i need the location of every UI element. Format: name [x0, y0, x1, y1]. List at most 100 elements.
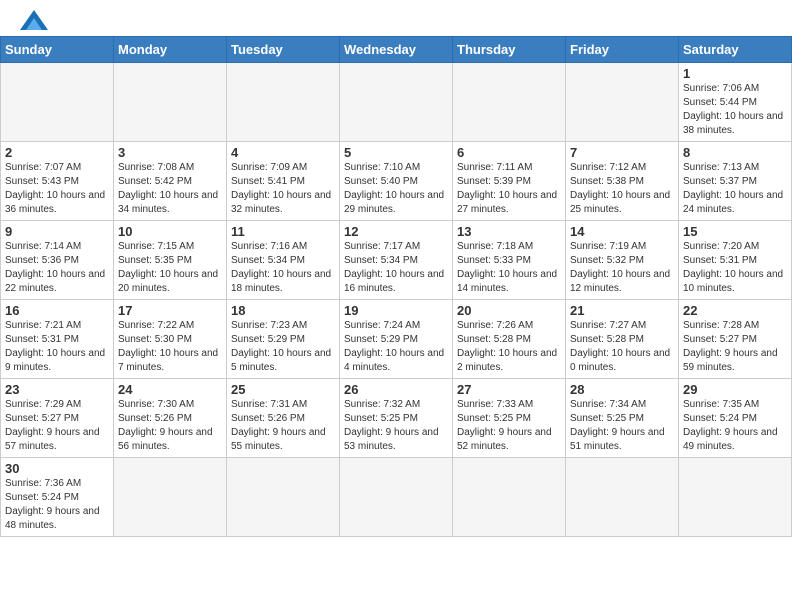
weekday-header-cell: Thursday	[453, 37, 566, 63]
day-info: Sunrise: 7:20 AM Sunset: 5:31 PM Dayligh…	[683, 240, 787, 296]
day-info: Sunrise: 7:29 AM Sunset: 5:27 PM Dayligh…	[5, 398, 109, 454]
calendar-cell: 22Sunrise: 7:28 AM Sunset: 5:27 PM Dayli…	[679, 300, 792, 379]
calendar-cell: 1Sunrise: 7:06 AM Sunset: 5:44 PM Daylig…	[679, 63, 792, 142]
day-number: 30	[5, 461, 109, 476]
day-info: Sunrise: 7:35 AM Sunset: 5:24 PM Dayligh…	[683, 398, 787, 454]
day-info: Sunrise: 7:28 AM Sunset: 5:27 PM Dayligh…	[683, 319, 787, 375]
calendar-cell: 28Sunrise: 7:34 AM Sunset: 5:25 PM Dayli…	[566, 379, 679, 458]
calendar-cell	[1, 63, 114, 142]
day-number: 4	[231, 145, 335, 160]
day-info: Sunrise: 7:06 AM Sunset: 5:44 PM Dayligh…	[683, 82, 787, 138]
day-info: Sunrise: 7:07 AM Sunset: 5:43 PM Dayligh…	[5, 161, 109, 217]
day-number: 3	[118, 145, 222, 160]
day-info: Sunrise: 7:22 AM Sunset: 5:30 PM Dayligh…	[118, 319, 222, 375]
day-info: Sunrise: 7:17 AM Sunset: 5:34 PM Dayligh…	[344, 240, 448, 296]
day-number: 20	[457, 303, 561, 318]
day-info: Sunrise: 7:14 AM Sunset: 5:36 PM Dayligh…	[5, 240, 109, 296]
calendar-cell: 5Sunrise: 7:10 AM Sunset: 5:40 PM Daylig…	[340, 142, 453, 221]
day-info: Sunrise: 7:36 AM Sunset: 5:24 PM Dayligh…	[5, 477, 109, 533]
calendar-cell	[679, 458, 792, 537]
calendar-cell: 15Sunrise: 7:20 AM Sunset: 5:31 PM Dayli…	[679, 221, 792, 300]
calendar-cell: 7Sunrise: 7:12 AM Sunset: 5:38 PM Daylig…	[566, 142, 679, 221]
day-number: 19	[344, 303, 448, 318]
calendar-cell: 25Sunrise: 7:31 AM Sunset: 5:26 PM Dayli…	[227, 379, 340, 458]
day-info: Sunrise: 7:26 AM Sunset: 5:28 PM Dayligh…	[457, 319, 561, 375]
day-number: 17	[118, 303, 222, 318]
page-header	[0, 0, 792, 36]
day-number: 1	[683, 66, 787, 81]
day-number: 21	[570, 303, 674, 318]
calendar-cell: 14Sunrise: 7:19 AM Sunset: 5:32 PM Dayli…	[566, 221, 679, 300]
day-number: 12	[344, 224, 448, 239]
calendar-cell: 13Sunrise: 7:18 AM Sunset: 5:33 PM Dayli…	[453, 221, 566, 300]
calendar-cell: 2Sunrise: 7:07 AM Sunset: 5:43 PM Daylig…	[1, 142, 114, 221]
day-info: Sunrise: 7:15 AM Sunset: 5:35 PM Dayligh…	[118, 240, 222, 296]
day-number: 15	[683, 224, 787, 239]
day-number: 8	[683, 145, 787, 160]
calendar-cell: 27Sunrise: 7:33 AM Sunset: 5:25 PM Dayli…	[453, 379, 566, 458]
day-info: Sunrise: 7:13 AM Sunset: 5:37 PM Dayligh…	[683, 161, 787, 217]
calendar-week-row: 2Sunrise: 7:07 AM Sunset: 5:43 PM Daylig…	[1, 142, 792, 221]
day-number: 7	[570, 145, 674, 160]
calendar-cell: 3Sunrise: 7:08 AM Sunset: 5:42 PM Daylig…	[114, 142, 227, 221]
calendar-cell: 26Sunrise: 7:32 AM Sunset: 5:25 PM Dayli…	[340, 379, 453, 458]
day-number: 29	[683, 382, 787, 397]
day-number: 24	[118, 382, 222, 397]
day-info: Sunrise: 7:32 AM Sunset: 5:25 PM Dayligh…	[344, 398, 448, 454]
logo-icon	[20, 10, 48, 30]
calendar-cell	[114, 458, 227, 537]
logo	[16, 10, 48, 30]
day-number: 14	[570, 224, 674, 239]
weekday-header-cell: Sunday	[1, 37, 114, 63]
calendar-week-row: 23Sunrise: 7:29 AM Sunset: 5:27 PM Dayli…	[1, 379, 792, 458]
calendar-cell	[340, 458, 453, 537]
weekday-header-cell: Monday	[114, 37, 227, 63]
weekday-header-row: SundayMondayTuesdayWednesdayThursdayFrid…	[1, 37, 792, 63]
weekday-header-cell: Saturday	[679, 37, 792, 63]
day-number: 28	[570, 382, 674, 397]
day-info: Sunrise: 7:21 AM Sunset: 5:31 PM Dayligh…	[5, 319, 109, 375]
calendar-cell: 12Sunrise: 7:17 AM Sunset: 5:34 PM Dayli…	[340, 221, 453, 300]
calendar-cell: 30Sunrise: 7:36 AM Sunset: 5:24 PM Dayli…	[1, 458, 114, 537]
calendar-body: 1Sunrise: 7:06 AM Sunset: 5:44 PM Daylig…	[1, 63, 792, 537]
day-info: Sunrise: 7:18 AM Sunset: 5:33 PM Dayligh…	[457, 240, 561, 296]
weekday-header-cell: Wednesday	[340, 37, 453, 63]
day-info: Sunrise: 7:09 AM Sunset: 5:41 PM Dayligh…	[231, 161, 335, 217]
calendar-cell: 29Sunrise: 7:35 AM Sunset: 5:24 PM Dayli…	[679, 379, 792, 458]
calendar-cell: 9Sunrise: 7:14 AM Sunset: 5:36 PM Daylig…	[1, 221, 114, 300]
calendar-cell: 8Sunrise: 7:13 AM Sunset: 5:37 PM Daylig…	[679, 142, 792, 221]
day-number: 16	[5, 303, 109, 318]
calendar-cell: 20Sunrise: 7:26 AM Sunset: 5:28 PM Dayli…	[453, 300, 566, 379]
day-number: 9	[5, 224, 109, 239]
day-info: Sunrise: 7:16 AM Sunset: 5:34 PM Dayligh…	[231, 240, 335, 296]
calendar-cell	[453, 63, 566, 142]
day-number: 26	[344, 382, 448, 397]
calendar-cell	[566, 63, 679, 142]
calendar-cell: 17Sunrise: 7:22 AM Sunset: 5:30 PM Dayli…	[114, 300, 227, 379]
day-info: Sunrise: 7:34 AM Sunset: 5:25 PM Dayligh…	[570, 398, 674, 454]
day-info: Sunrise: 7:24 AM Sunset: 5:29 PM Dayligh…	[344, 319, 448, 375]
calendar-cell: 18Sunrise: 7:23 AM Sunset: 5:29 PM Dayli…	[227, 300, 340, 379]
calendar-cell	[227, 458, 340, 537]
day-number: 13	[457, 224, 561, 239]
calendar-cell: 21Sunrise: 7:27 AM Sunset: 5:28 PM Dayli…	[566, 300, 679, 379]
day-number: 23	[5, 382, 109, 397]
day-number: 11	[231, 224, 335, 239]
calendar-week-row: 9Sunrise: 7:14 AM Sunset: 5:36 PM Daylig…	[1, 221, 792, 300]
day-number: 18	[231, 303, 335, 318]
calendar-table: SundayMondayTuesdayWednesdayThursdayFrid…	[0, 36, 792, 537]
day-info: Sunrise: 7:19 AM Sunset: 5:32 PM Dayligh…	[570, 240, 674, 296]
calendar-cell: 24Sunrise: 7:30 AM Sunset: 5:26 PM Dayli…	[114, 379, 227, 458]
day-info: Sunrise: 7:11 AM Sunset: 5:39 PM Dayligh…	[457, 161, 561, 217]
day-info: Sunrise: 7:23 AM Sunset: 5:29 PM Dayligh…	[231, 319, 335, 375]
day-info: Sunrise: 7:12 AM Sunset: 5:38 PM Dayligh…	[570, 161, 674, 217]
calendar-cell	[453, 458, 566, 537]
calendar-cell: 23Sunrise: 7:29 AM Sunset: 5:27 PM Dayli…	[1, 379, 114, 458]
day-number: 2	[5, 145, 109, 160]
day-info: Sunrise: 7:31 AM Sunset: 5:26 PM Dayligh…	[231, 398, 335, 454]
calendar-cell: 10Sunrise: 7:15 AM Sunset: 5:35 PM Dayli…	[114, 221, 227, 300]
day-number: 5	[344, 145, 448, 160]
calendar-cell	[227, 63, 340, 142]
day-number: 22	[683, 303, 787, 318]
calendar-week-row: 16Sunrise: 7:21 AM Sunset: 5:31 PM Dayli…	[1, 300, 792, 379]
